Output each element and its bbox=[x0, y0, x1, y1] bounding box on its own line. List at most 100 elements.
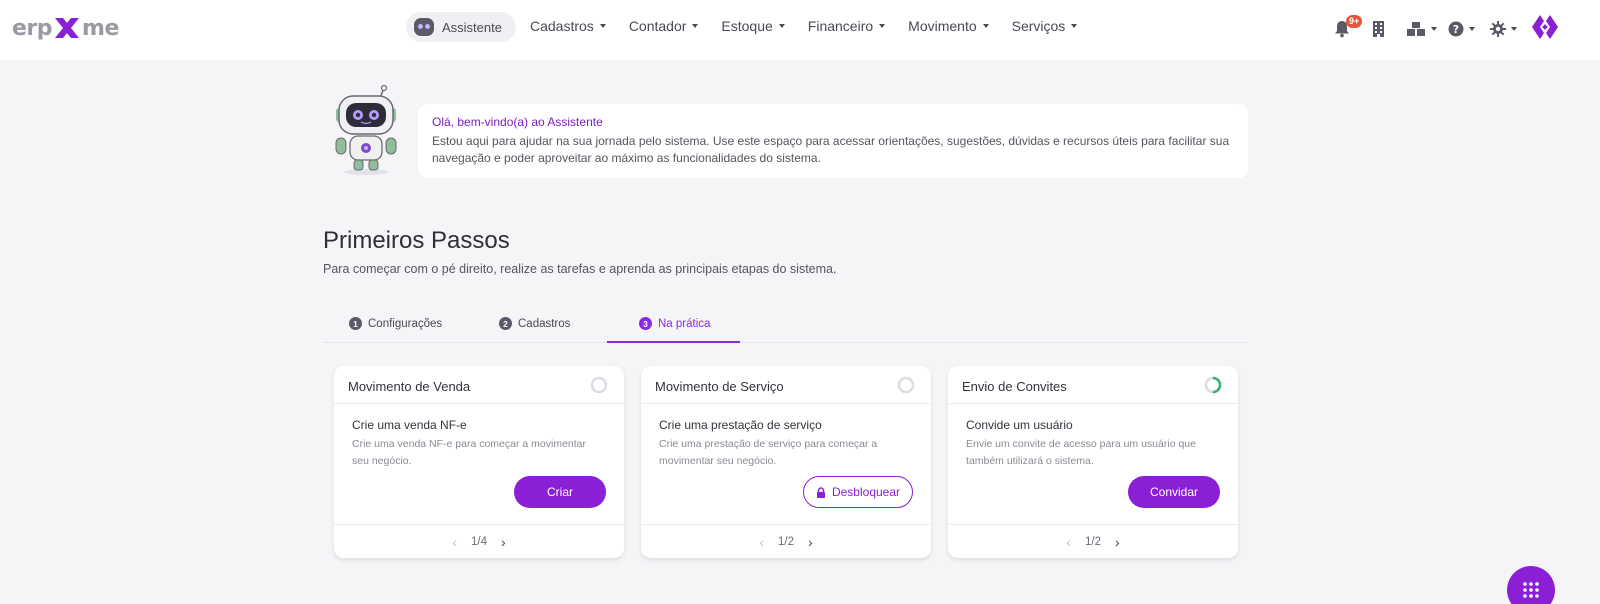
logo-text-left: erp bbox=[12, 15, 53, 41]
progress-ring-icon bbox=[897, 376, 915, 394]
next-page-icon[interactable]: › bbox=[501, 534, 506, 550]
menu-financeiro[interactable]: Financeiro bbox=[807, 18, 886, 34]
task-card-movimento-servico: Movimento de Serviço Crie uma prestação … bbox=[641, 366, 931, 558]
section-subtitle: Para começar com o pé direito, realize a… bbox=[323, 262, 837, 276]
tab-label: Configurações bbox=[368, 317, 443, 330]
brand-menu-button[interactable] bbox=[1530, 15, 1560, 39]
pager-position: 1/4 bbox=[471, 535, 487, 548]
menu-label: Cadastros bbox=[530, 18, 594, 34]
step-number-badge: 2 bbox=[499, 317, 512, 330]
card-title: Movimento de Serviço bbox=[655, 379, 784, 394]
caret-down-icon bbox=[599, 24, 606, 28]
invite-button[interactable]: Convidar bbox=[1128, 476, 1220, 508]
card-header: Movimento de Venda bbox=[334, 366, 624, 404]
card-title: Envio de Convites bbox=[962, 379, 1067, 394]
unlock-button-label: Desbloquear bbox=[831, 485, 901, 499]
menu-cadastros[interactable]: Cadastros bbox=[530, 18, 606, 34]
lock-icon bbox=[816, 486, 825, 498]
menu-movimento[interactable]: Movimento bbox=[908, 18, 989, 34]
svg-text:?: ? bbox=[1453, 23, 1459, 36]
card-header: Movimento de Serviço bbox=[641, 366, 931, 404]
company-button[interactable] bbox=[1372, 18, 1385, 40]
modules-dropdown[interactable] bbox=[1406, 18, 1437, 40]
menu-label: Serviços bbox=[1011, 18, 1066, 34]
grid-icon bbox=[1523, 582, 1539, 598]
menu-estoque[interactable]: Estoque bbox=[721, 18, 785, 34]
caret-down-icon bbox=[1071, 24, 1078, 28]
top-navbar: erp me Assistente Cadastros Contador Est… bbox=[0, 0, 1600, 60]
prev-page-icon[interactable]: ‹ bbox=[452, 534, 457, 550]
caret-down-icon bbox=[1431, 27, 1437, 31]
caret-down-icon bbox=[879, 24, 886, 28]
erpme-logo[interactable]: erp me bbox=[12, 14, 119, 42]
tab-na-pratica[interactable]: 3 Na prática bbox=[639, 304, 710, 343]
active-tab-indicator bbox=[607, 341, 740, 343]
step-number-badge: 1 bbox=[349, 317, 362, 330]
tab-label: Cadastros bbox=[518, 317, 571, 330]
card-pager: ‹ 1/4 › bbox=[334, 524, 624, 558]
menu-contador[interactable]: Contador bbox=[629, 18, 699, 34]
caret-down-icon bbox=[778, 24, 785, 28]
step-number-badge: 3 bbox=[639, 317, 652, 330]
task-description: Crie uma venda NF-e para começar a movim… bbox=[352, 438, 587, 467]
create-sale-button[interactable]: Criar bbox=[514, 476, 606, 508]
unlock-button[interactable]: Desbloquear bbox=[803, 476, 913, 508]
progress-ring-icon bbox=[1204, 376, 1222, 394]
task-card-movimento-venda: Movimento de Venda Crie uma venda NF-e C… bbox=[334, 366, 624, 558]
menu-label: Movimento bbox=[908, 18, 977, 34]
card-body: Crie uma venda NF-e Crie uma venda NF-e … bbox=[334, 404, 624, 524]
card-header: Envio de Convites bbox=[948, 366, 1238, 404]
welcome-message-card: Olá, bem-vindo(a) ao Assistente Estou aq… bbox=[418, 104, 1248, 178]
card-title: Movimento de Venda bbox=[348, 379, 471, 394]
card-pager: ‹ 1/2 › bbox=[948, 524, 1238, 558]
gear-icon bbox=[1490, 21, 1506, 37]
boxes-icon bbox=[1407, 22, 1425, 36]
card-pager: ‹ 1/2 › bbox=[641, 524, 931, 558]
next-page-icon[interactable]: › bbox=[808, 534, 813, 550]
building-icon bbox=[1373, 21, 1384, 37]
pager-position: 1/2 bbox=[1085, 535, 1101, 548]
menu-label: Estoque bbox=[721, 18, 773, 34]
caret-down-icon bbox=[692, 24, 699, 28]
progress-ring-icon bbox=[590, 376, 608, 394]
steps-tabs: 1 Configurações 2 Cadastros 3 Na prática bbox=[323, 304, 1248, 343]
prev-page-icon[interactable]: ‹ bbox=[759, 534, 764, 550]
help-icon: ? bbox=[1448, 21, 1464, 37]
assistant-label: Assistente bbox=[442, 19, 502, 35]
caret-down-icon bbox=[1469, 27, 1475, 31]
tab-configuracoes[interactable]: 1 Configurações bbox=[349, 304, 442, 343]
next-page-icon[interactable]: › bbox=[1115, 534, 1120, 550]
task-description: Crie uma prestação de serviço para começ… bbox=[659, 438, 878, 467]
assistant-robot-illustration bbox=[335, 84, 397, 175]
card-body: Convide um usuário Envie um convite de a… bbox=[948, 404, 1238, 524]
notifications-button[interactable]: 9+ bbox=[1334, 15, 1363, 40]
task-description: Envie um convite de acesso para um usuár… bbox=[966, 438, 1196, 467]
caret-down-icon bbox=[982, 24, 989, 28]
logo-text-right: me bbox=[82, 15, 119, 41]
section-title: Primeiros Passos bbox=[323, 227, 510, 254]
welcome-title: Olá, bem-vindo(a) ao Assistente bbox=[432, 115, 603, 129]
settings-dropdown[interactable] bbox=[1490, 18, 1517, 40]
pager-position: 1/2 bbox=[778, 535, 794, 548]
help-dropdown[interactable]: ? bbox=[1448, 18, 1475, 40]
task-card-envio-convites: Envio de Convites Convide um usuário Env… bbox=[948, 366, 1238, 558]
card-body: Crie uma prestação de serviço Crie uma p… bbox=[641, 404, 931, 524]
prev-page-icon[interactable]: ‹ bbox=[1066, 534, 1071, 550]
apps-launcher-button[interactable] bbox=[1507, 566, 1555, 604]
task-title: Crie uma prestação de serviço bbox=[659, 418, 822, 432]
menu-label: Contador bbox=[628, 18, 687, 34]
caret-down-icon bbox=[1511, 27, 1517, 31]
welcome-text: Estou aqui para ajudar na sua jornada pe… bbox=[432, 134, 1230, 165]
menu-label: Financeiro bbox=[807, 18, 874, 34]
logo-mark-icon bbox=[55, 18, 80, 38]
tab-label: Na prática bbox=[658, 317, 711, 330]
main-menu: Cadastros Contador Estoque Financeiro Mo… bbox=[530, 18, 1078, 34]
brand-icon bbox=[1532, 15, 1558, 39]
tab-cadastros[interactable]: 2 Cadastros bbox=[499, 304, 570, 343]
robot-icon bbox=[414, 18, 434, 36]
task-title: Convide um usuário bbox=[966, 418, 1073, 432]
assistant-button[interactable]: Assistente bbox=[406, 12, 516, 42]
task-title: Crie uma venda NF-e bbox=[352, 418, 467, 432]
menu-servicos[interactable]: Serviços bbox=[1012, 18, 1078, 34]
notification-count-badge: 9+ bbox=[1346, 15, 1363, 28]
